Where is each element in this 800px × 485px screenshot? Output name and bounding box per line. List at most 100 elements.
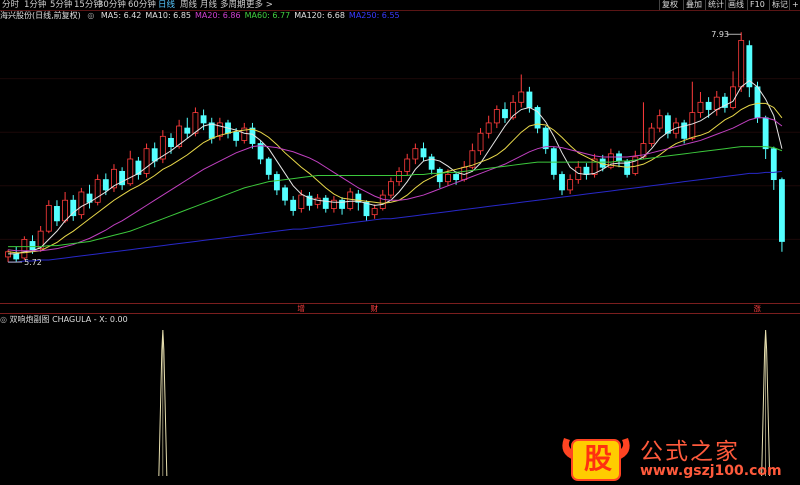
candle-body: [5, 251, 11, 258]
tab-9[interactable]: 多周期: [220, 0, 246, 10]
candle-body: [697, 101, 704, 114]
ma-legend: 海兴股份(日线,前复权) ◎ MA5: 6.42 MA10: 6.85 MA20: …: [0, 11, 408, 21]
ma-legend-item-5: MA250: 6.55: [348, 11, 400, 20]
event-marker-1[interactable]: 财: [371, 304, 379, 313]
tab-8[interactable]: 月线: [200, 0, 217, 10]
ma-legend-item-1: MA10: 6.85: [145, 11, 191, 20]
candle-body: [502, 109, 508, 119]
candle-body: [583, 166, 590, 175]
tab-2[interactable]: 5分钟: [50, 0, 72, 10]
site-watermark: 股 公式之家 www.gszj100.com: [556, 432, 800, 485]
candle-body: [453, 174, 460, 181]
candle-body: [29, 241, 36, 251]
candle-body: [379, 194, 386, 209]
logo-char: 股: [583, 442, 612, 475]
candle-body: [314, 197, 321, 205]
indicator-legend: ◎ 双响炮副图 CHAGULA - X: 0.00: [0, 315, 128, 325]
toolbar-button-1[interactable]: 叠加: [683, 0, 704, 10]
candle-body: [13, 253, 20, 260]
candle-body: [371, 208, 378, 216]
candle-body: [339, 199, 345, 209]
candle-body: [184, 127, 191, 134]
candle-body: [770, 148, 777, 181]
candle-body: [412, 148, 419, 160]
ma-legend-item-4: MA120: 6.68: [294, 11, 345, 20]
tab-6[interactable]: 日线: [158, 0, 175, 10]
indicator-value: X: 0.00: [99, 315, 128, 324]
settings-icon[interactable]: ◎: [87, 11, 94, 20]
candle-body: [485, 122, 492, 134]
ma-legend-item-0: MA5: 6.42: [100, 11, 142, 20]
candle-body: [102, 179, 109, 191]
candle-body: [54, 206, 60, 222]
divider: [0, 313, 800, 314]
candlestick-chart[interactable]: 7.93 5.72: [0, 21, 800, 301]
candle-body: [151, 148, 158, 162]
tab-5[interactable]: 60分钟: [128, 0, 156, 10]
tab-1[interactable]: 1分钟: [24, 0, 46, 10]
event-marker-0[interactable]: 增: [297, 304, 305, 313]
candle-body: [779, 179, 785, 242]
candle-body: [567, 179, 574, 191]
candle-body: [436, 168, 443, 183]
candle-body: [78, 191, 85, 216]
candle-body: [477, 132, 484, 152]
toolbar-button-3[interactable]: 画线: [725, 0, 746, 10]
candle-body: [70, 199, 77, 217]
toolbar-button-2[interactable]: 统计: [705, 0, 726, 10]
candle-body: [143, 148, 150, 174]
tab-4[interactable]: 30分钟: [98, 0, 126, 10]
candle-body: [559, 174, 565, 191]
candle-body: [208, 122, 215, 139]
candle-body: [282, 187, 288, 201]
ma-legend-item-2: MA20: 6.86: [195, 11, 241, 20]
candle-body: [363, 201, 370, 217]
low-price-label: 5.72: [24, 258, 42, 267]
candle-body: [526, 91, 533, 108]
candle-body: [705, 101, 712, 110]
candle-body: [762, 117, 769, 150]
stock-title: 海兴股份(日线,前复权): [0, 11, 81, 20]
candle-body: [330, 199, 337, 209]
toolbar-button-5[interactable]: 标记: [769, 0, 790, 10]
candle-body: [404, 158, 411, 172]
candle-body: [45, 204, 52, 232]
candle-body: [420, 148, 427, 158]
candle-body: [216, 122, 223, 137]
indicator-title: 双响炮副图: [9, 315, 50, 324]
candle-body: [550, 148, 557, 175]
candles: [5, 32, 785, 263]
toolbar-button-6[interactable]: +自: [789, 0, 800, 10]
candle-body: [168, 137, 174, 148]
candle-body: [542, 127, 549, 150]
candle-body: [62, 199, 69, 222]
candle-body: [273, 174, 280, 191]
candle-body: [290, 199, 297, 211]
site-name: 公式之家: [640, 439, 740, 465]
candle-body: [754, 86, 761, 119]
tab-0[interactable]: 分时: [2, 0, 19, 10]
candle-body: [713, 96, 720, 110]
toolbar-button-0[interactable]: 复权: [659, 0, 680, 10]
candle-body: [664, 115, 671, 134]
ma-legend-items: MA5: 6.42 MA10: 6.85 MA20: 6.86 MA60: 6.77 M…: [101, 11, 404, 20]
event-marker-2[interactable]: 涨: [753, 304, 761, 313]
candle-body: [445, 174, 451, 183]
tab-7[interactable]: 周线: [180, 0, 197, 10]
candle-body: [265, 158, 272, 175]
toolbar-button-4[interactable]: F10: [747, 0, 767, 10]
candle-body: [192, 112, 199, 134]
ma-line-ma5: [8, 80, 783, 255]
candle-body: [347, 191, 354, 209]
site-url: www.gszj100.com: [640, 463, 782, 479]
candle-body: [21, 238, 28, 259]
settings-icon[interactable]: ◎: [0, 315, 7, 324]
candle-body: [648, 127, 655, 144]
candle-body: [94, 179, 101, 203]
indicator-params: CHAGULA -: [52, 315, 97, 324]
candle-body: [656, 115, 663, 129]
candle-body: [518, 91, 525, 103]
candle-body: [616, 153, 622, 162]
chart-grid: [0, 78, 800, 240]
tab-10[interactable]: 更多 >: [246, 0, 273, 10]
